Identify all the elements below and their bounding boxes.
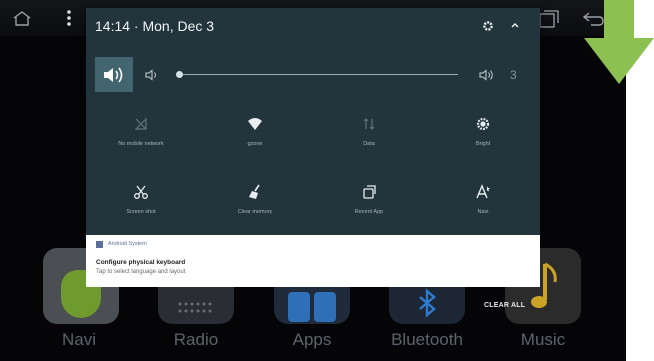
broom-icon — [249, 184, 260, 199]
overflow-menu-icon[interactable] — [66, 9, 72, 27]
tile-clear-memory[interactable]: Clear memory — [200, 184, 310, 236]
signal-off-icon — [134, 117, 147, 130]
apps-app-label: Apps — [292, 330, 332, 349]
tile-label: No mobile network — [118, 141, 164, 147]
notification-text: Tap to select language and layout — [96, 269, 186, 275]
volume-slider[interactable] — [178, 74, 458, 75]
tile-navi[interactable]: Navi — [428, 184, 538, 236]
arrow-down-icon — [584, 0, 654, 84]
speaker-low-icon — [145, 69, 156, 81]
volume-row: 3 — [86, 54, 540, 94]
bluetooth-icon — [419, 288, 436, 318]
wifi-icon — [248, 118, 262, 130]
apps-grid-icon — [288, 292, 336, 322]
volume-level: 3 — [510, 68, 517, 82]
shade-header: 14:14 · Mon, Dec 3 — [86, 8, 540, 44]
notification-shade: 14:14 · Mon, Dec 3 3 No mobile network g… — [86, 8, 540, 235]
chevron-up-icon[interactable] — [510, 21, 520, 29]
recent-app-icon — [363, 185, 376, 199]
volume-slider-thumb[interactable] — [176, 71, 183, 78]
home-icon[interactable] — [12, 10, 32, 26]
tile-label: gzone — [247, 141, 263, 147]
radio-app-label: Radio — [173, 330, 219, 349]
data-icon — [363, 118, 375, 130]
tile-label: Data — [363, 141, 375, 147]
android-system-icon — [96, 241, 103, 248]
tile-brightness[interactable]: Bright — [428, 116, 538, 168]
clear-all-button[interactable]: CLEAR ALL — [484, 302, 525, 309]
notification-title: Configure physical keyboard — [96, 259, 186, 266]
tile-label: Screen shot — [126, 209, 156, 215]
tile-label: Clear memory — [237, 209, 273, 215]
brightness-icon — [476, 117, 490, 131]
notification-card[interactable]: Android System Configure physical keyboa… — [86, 235, 540, 287]
tile-label: Navi — [477, 209, 489, 215]
tile-mobile-network[interactable]: No mobile network — [86, 116, 196, 168]
speaker-high-icon — [479, 69, 493, 81]
tile-data[interactable]: Data — [314, 116, 424, 168]
recent-apps-icon[interactable] — [539, 10, 559, 28]
tile-label: Recent App — [354, 209, 384, 215]
gear-icon[interactable] — [482, 20, 494, 32]
volume-mode-button[interactable] — [95, 57, 133, 92]
radio-icon — [178, 302, 212, 313]
tile-label: Bright — [475, 141, 491, 147]
navi-app-label: Navi — [61, 330, 96, 349]
scissors-icon — [134, 185, 148, 199]
time-date: 14:14 · Mon, Dec 3 — [95, 18, 215, 34]
speaker-loud-icon — [104, 67, 123, 83]
bluetooth-app-label: Bluetooth — [391, 330, 463, 349]
tile-recent-app[interactable]: Recent App — [314, 184, 424, 236]
tile-wifi[interactable]: gzone — [200, 116, 310, 168]
music-app-label: Music — [520, 330, 566, 349]
navi-icon — [476, 184, 490, 199]
tile-screenshot[interactable]: Screen shot — [86, 184, 196, 236]
notification-app-name: Android System — [108, 241, 147, 247]
